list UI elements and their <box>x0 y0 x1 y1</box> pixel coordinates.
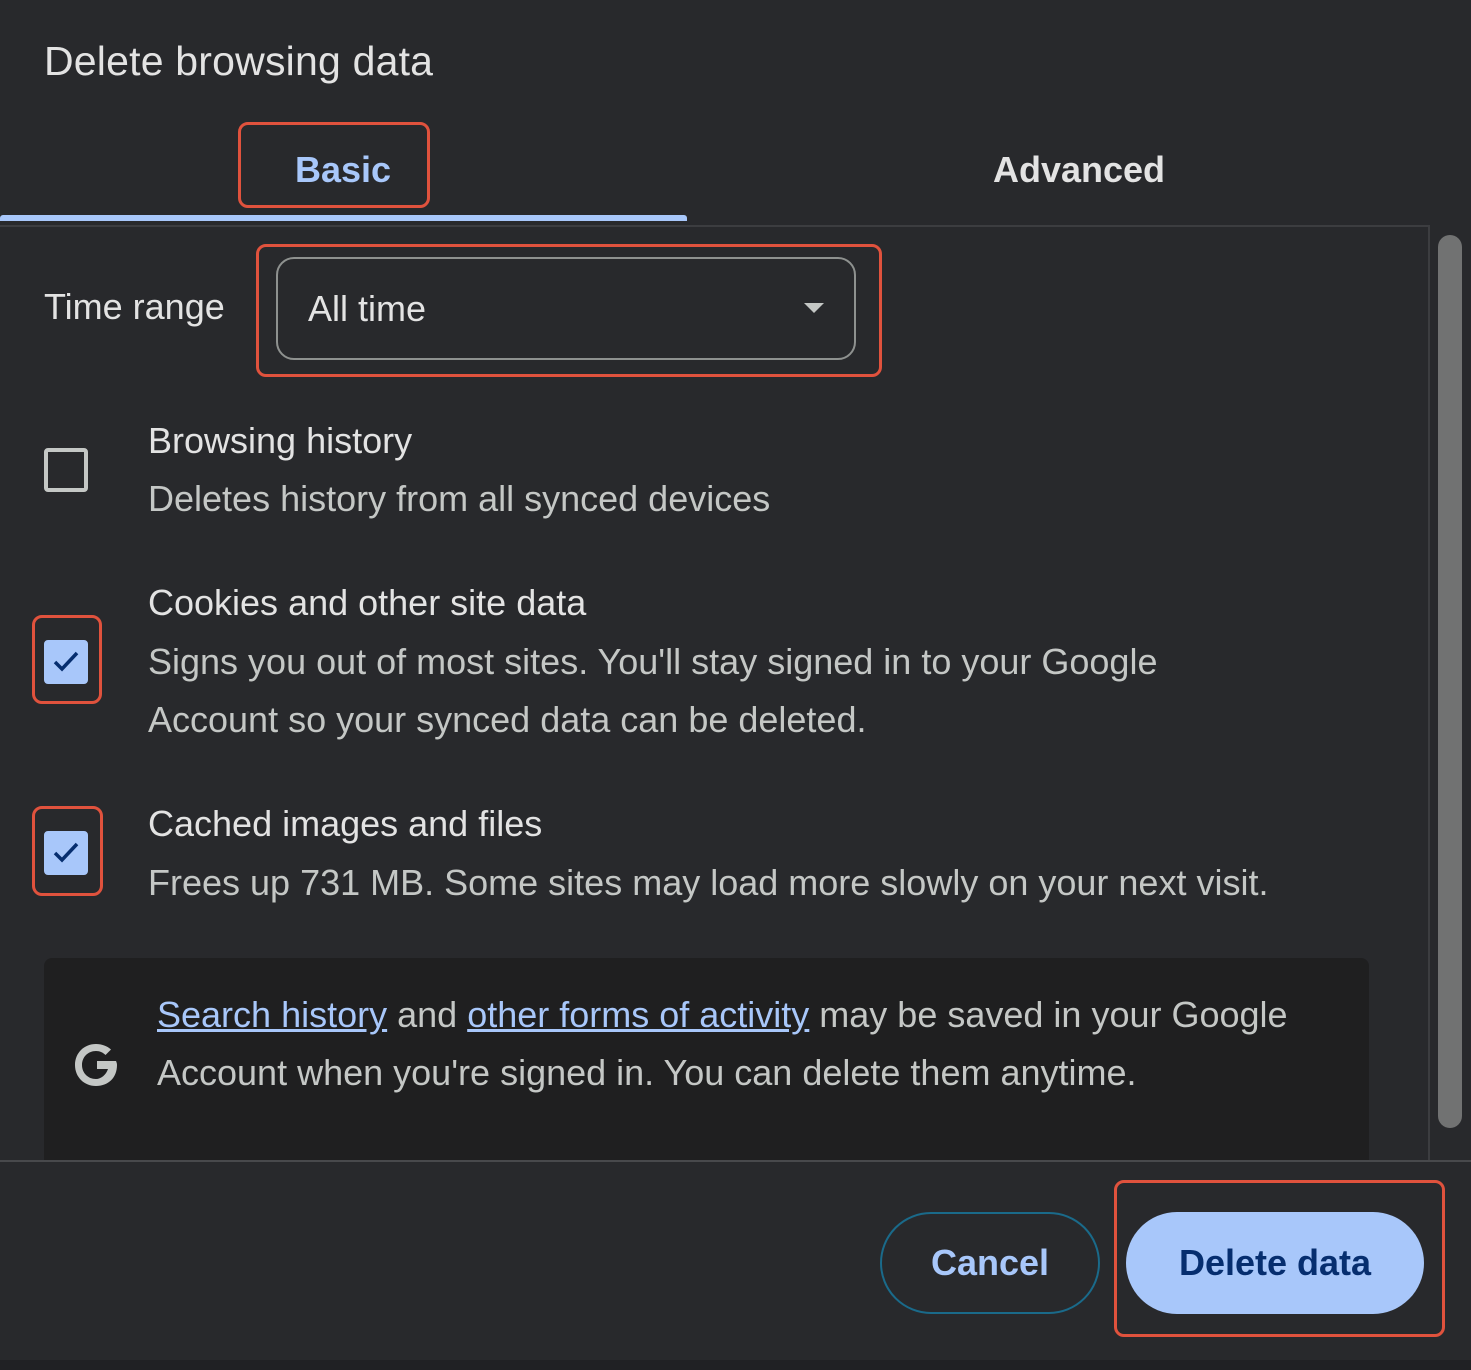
tab-indicator <box>0 215 687 221</box>
dialog-title: Delete browsing data <box>44 38 434 84</box>
delete-data-button[interactable]: Delete data <box>1126 1212 1424 1314</box>
time-range-select[interactable]: All time <box>276 257 856 360</box>
cached-images-checkbox[interactable] <box>44 831 88 875</box>
checkmark-icon <box>53 842 79 863</box>
delete-browsing-data-dialog: Delete browsing data Basic Advanced Time… <box>0 0 1471 1370</box>
cached-images-title: Cached images and files <box>148 803 543 844</box>
dropdown-arrow-icon <box>804 303 824 313</box>
time-range-value: All time <box>308 287 427 329</box>
tab-advanced[interactable]: Advanced <box>686 120 1471 220</box>
cached-images-description: Frees up 731 MB. Some sites may load mor… <box>148 862 1269 903</box>
footer-divider <box>0 1160 1471 1162</box>
scrollbar-thumb[interactable] <box>1438 235 1462 1128</box>
bottom-strip <box>0 1360 1471 1370</box>
info-text: Search history and other forms of activi… <box>157 986 1317 1102</box>
cookies-description-line2: Account so your synced data can be delet… <box>148 699 867 740</box>
checkmark-icon <box>53 651 79 672</box>
browsing-history-title: Browsing history <box>148 420 413 461</box>
info-text-connector: and <box>387 994 468 1035</box>
search-history-link[interactable]: Search history <box>157 994 387 1035</box>
browsing-history-checkbox[interactable] <box>44 448 88 492</box>
google-activity-info: Search history and other forms of activi… <box>44 958 1369 1162</box>
cancel-button[interactable]: Cancel <box>880 1212 1100 1314</box>
cookies-checkbox[interactable] <box>44 640 88 684</box>
cookies-title: Cookies and other site data <box>148 582 587 623</box>
tab-bar: Basic Advanced <box>0 120 1430 227</box>
google-g-icon <box>75 1044 117 1086</box>
browsing-history-description: Deletes history from all synced devices <box>148 478 771 519</box>
time-range-label: Time range <box>44 286 225 327</box>
tab-basic[interactable]: Basic <box>0 120 686 220</box>
cookies-description-line1: Signs you out of most sites. You'll stay… <box>148 641 1158 682</box>
other-activity-link[interactable]: other forms of activity <box>467 994 809 1035</box>
